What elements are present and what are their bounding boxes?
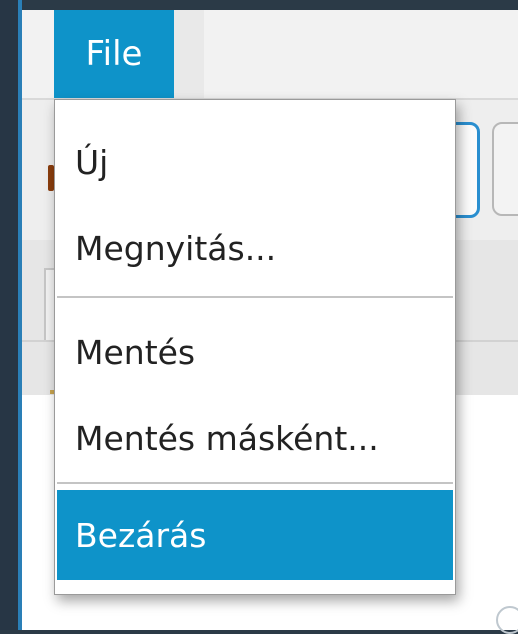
menu-item-close[interactable]: Bezárás [57, 490, 453, 580]
menu-item-open[interactable]: Megnyitás... [57, 200, 453, 296]
menu-file[interactable]: File [54, 10, 174, 98]
menu-separator [57, 296, 453, 298]
menu-item-label: Mentés [75, 332, 196, 372]
menu-item-save[interactable]: Mentés [57, 304, 453, 400]
menu-separator [57, 482, 453, 484]
menu-item-label: Mentés másként... [75, 418, 379, 458]
menu-file-label: File [85, 34, 143, 74]
menu-item-new[interactable]: Új [57, 114, 453, 210]
menu-item-save-as[interactable]: Mentés másként... [57, 390, 453, 486]
file-menu-popup: Új Megnyitás... Mentés Mentés másként...… [54, 99, 456, 595]
menu-item-label: Új [75, 142, 109, 182]
toolbar-button[interactable] [492, 122, 518, 216]
menubar: File [22, 10, 518, 98]
menubar-spacer [174, 10, 204, 98]
desktop-edge [0, 0, 18, 630]
menu-item-label: Bezárás [75, 515, 207, 555]
menu-item-label: Megnyitás... [75, 228, 277, 268]
